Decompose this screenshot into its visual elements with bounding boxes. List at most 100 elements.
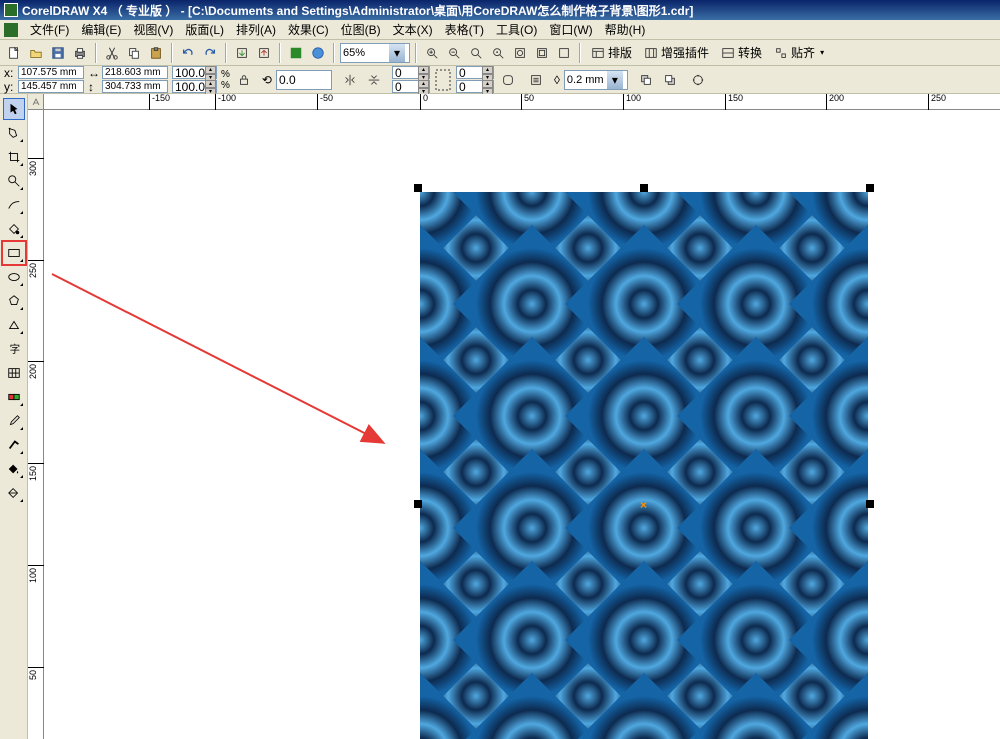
menu-bitmaps[interactable]: 位图(B) xyxy=(335,21,387,38)
rotation-input[interactable]: 0.0 xyxy=(276,70,332,90)
crop-tool[interactable] xyxy=(3,146,25,168)
convert-curves-button[interactable] xyxy=(688,70,708,90)
size-group: ↔218.603 mm ↕304.733 mm xyxy=(88,66,168,93)
print-button[interactable] xyxy=(70,43,90,63)
menu-layout[interactable]: 版面(L) xyxy=(179,21,230,38)
export-button[interactable] xyxy=(254,43,274,63)
interactive-tool[interactable] xyxy=(3,386,25,408)
menu-effects[interactable]: 效果(C) xyxy=(282,21,335,38)
zoom-100-button[interactable] xyxy=(466,43,486,63)
paste-button[interactable] xyxy=(146,43,166,63)
chevron-down-icon[interactable]: ▾ xyxy=(607,71,623,89)
save-button[interactable] xyxy=(48,43,68,63)
zoom-in-button[interactable] xyxy=(422,43,442,63)
basic-shapes-tool[interactable] xyxy=(3,314,25,336)
selected-rectangle-object[interactable] xyxy=(420,192,868,739)
rotation-icon: ⟲ xyxy=(262,73,272,87)
eyedropper-tool[interactable] xyxy=(3,410,25,432)
snap-button[interactable]: 贴齐▾ xyxy=(769,43,829,63)
zoom-out-button[interactable] xyxy=(444,43,464,63)
corner-bl-input[interactable]: 0▴▾ xyxy=(392,80,430,93)
scale-x-input[interactable]: 100.0▴▾ xyxy=(172,66,217,79)
interactive-fill-tool[interactable] xyxy=(3,482,25,504)
transform-button[interactable]: 转换 xyxy=(716,43,767,63)
ruler-origin[interactable] xyxy=(28,94,44,110)
menu-table[interactable]: 表格(T) xyxy=(439,21,490,38)
open-button[interactable] xyxy=(26,43,46,63)
outline-width-input[interactable] xyxy=(565,74,607,86)
zoom-selection-button[interactable] xyxy=(554,43,574,63)
selection-handle-ml[interactable] xyxy=(414,500,422,508)
y-position-input[interactable]: 145.457 mm xyxy=(18,80,84,93)
fill-tool[interactable] xyxy=(3,458,25,480)
import-button[interactable] xyxy=(232,43,252,63)
mirror-v-button[interactable] xyxy=(364,70,384,90)
menu-view[interactable]: 视图(V) xyxy=(127,21,179,38)
height-icon: ↕ xyxy=(88,80,100,94)
position-group: x:107.575 mm y:145.457 mm xyxy=(4,66,84,93)
scale-y-input[interactable]: 100.0▴▾ xyxy=(172,80,217,93)
wrap-text-button[interactable] xyxy=(526,70,546,90)
menu-text[interactable]: 文本(X) xyxy=(387,21,439,38)
corner-tr-input[interactable]: 0▴▾ xyxy=(456,66,494,79)
chevron-down-icon[interactable]: ▾ xyxy=(389,44,405,62)
new-button[interactable] xyxy=(4,43,24,63)
outline-tool[interactable] xyxy=(3,434,25,456)
app-launcher-button[interactable] xyxy=(286,43,306,63)
app-icon xyxy=(4,3,18,17)
round-corners-button[interactable] xyxy=(498,70,518,90)
selection-handle-tl[interactable] xyxy=(414,184,422,192)
selection-handle-tc[interactable] xyxy=(640,184,648,192)
smart-fill-tool[interactable] xyxy=(3,218,25,240)
property-bar: x:107.575 mm y:145.457 mm ↔218.603 mm ↕3… xyxy=(0,66,1000,94)
menu-tools[interactable]: 工具(O) xyxy=(490,21,543,38)
menu-arrange[interactable]: 排列(A) xyxy=(230,21,282,38)
to-back-button[interactable] xyxy=(660,70,680,90)
standard-toolbar: ▾ 排版 增强插件 转换 贴齐▾ xyxy=(0,40,1000,66)
to-front-button[interactable] xyxy=(636,70,656,90)
selection-center-icon[interactable]: × xyxy=(640,498,647,512)
welcome-button[interactable] xyxy=(308,43,328,63)
selection-handle-tr[interactable] xyxy=(866,184,874,192)
freehand-tool[interactable] xyxy=(3,194,25,216)
menu-help[interactable]: 帮助(H) xyxy=(599,21,652,38)
height-input[interactable]: 304.733 mm xyxy=(102,80,168,93)
mirror-h-button[interactable] xyxy=(340,70,360,90)
zoom-tool[interactable] xyxy=(3,170,25,192)
zoom-page-button[interactable] xyxy=(532,43,552,63)
workspace: 字 -150-100-50050100150200250 30025020015… xyxy=(0,94,1000,739)
width-input[interactable]: 218.603 mm xyxy=(102,66,168,79)
pick-tool[interactable] xyxy=(3,98,25,120)
corner-br-input[interactable]: 0▴▾ xyxy=(456,80,494,93)
table-tool[interactable] xyxy=(3,362,25,384)
y-label: y: xyxy=(4,80,16,94)
undo-button[interactable] xyxy=(178,43,198,63)
rectangle-tool[interactable] xyxy=(3,242,25,264)
zoom-level-input[interactable] xyxy=(341,47,389,59)
enhance-plugin-button[interactable]: 增强插件 xyxy=(639,43,714,63)
copy-button[interactable] xyxy=(124,43,144,63)
corner-group-left: 0▴▾ 0▴▾ xyxy=(392,66,430,93)
lock-ratio-button[interactable] xyxy=(234,70,254,90)
ruler-vertical[interactable]: 30025020015010050 xyxy=(28,110,44,739)
menu-file[interactable]: 文件(F) xyxy=(24,21,75,38)
zoom-level-combo[interactable]: ▾ xyxy=(340,43,410,63)
outline-width-combo[interactable]: ▾ xyxy=(564,70,628,90)
canvas-viewport[interactable]: × xyxy=(44,110,1000,739)
redo-button[interactable] xyxy=(200,43,220,63)
menu-window[interactable]: 窗口(W) xyxy=(543,21,598,38)
shape-tool[interactable] xyxy=(3,122,25,144)
menu-edit[interactable]: 编辑(E) xyxy=(75,21,127,38)
polygon-tool[interactable] xyxy=(3,290,25,312)
text-tool[interactable]: 字 xyxy=(3,338,25,360)
layout-mode-button[interactable]: 排版 xyxy=(586,43,637,63)
selection-handle-mr[interactable] xyxy=(866,500,874,508)
ruler-horizontal[interactable]: -150-100-50050100150200250 xyxy=(44,94,1000,110)
corner-tl-input[interactable]: 0▴▾ xyxy=(392,66,430,79)
canvas-area: -150-100-50050100150200250 3002502001501… xyxy=(28,94,1000,739)
zoom-all-button[interactable] xyxy=(510,43,530,63)
zoom-fit-button[interactable] xyxy=(488,43,508,63)
ellipse-tool[interactable] xyxy=(3,266,25,288)
cut-button[interactable] xyxy=(102,43,122,63)
x-position-input[interactable]: 107.575 mm xyxy=(18,66,84,79)
